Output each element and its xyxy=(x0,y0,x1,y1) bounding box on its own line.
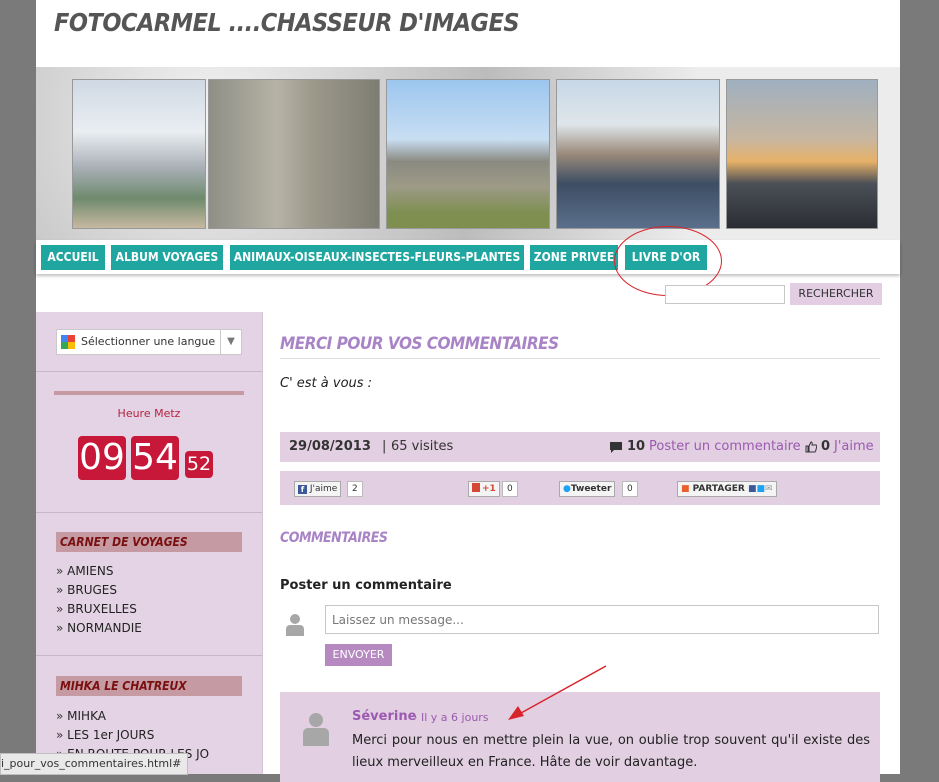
nav-accueil[interactable]: ACCUEIL xyxy=(41,245,105,270)
gplus-label: +1 xyxy=(482,484,496,494)
like-count: 0 xyxy=(821,439,831,454)
clock-hours: 09 xyxy=(78,436,126,480)
sidebar: Sélectionner une langue ▼ Heure Metz 09 … xyxy=(36,312,263,774)
post-body: C' est à vous : xyxy=(280,376,373,391)
clock-bar xyxy=(54,391,244,395)
gplus-count: 0 xyxy=(502,481,518,497)
carnet-item-bruges[interactable]: BRUGES xyxy=(56,581,142,600)
share-bar: f J'aime 2 +1 0 ●Tweeter 0 ■ PARTAGER ■■… xyxy=(280,471,880,505)
language-select-label: Sélectionner une langue xyxy=(81,335,216,348)
carnet-item-amiens[interactable]: AMIENS xyxy=(56,562,142,581)
addthis-icon: ■ xyxy=(681,484,690,494)
banner-photo-harbor xyxy=(556,79,720,229)
carnet-item-bruxelles[interactable]: BRUXELLES xyxy=(56,600,142,619)
comments-title: COMMENTAIRES xyxy=(280,530,388,546)
post-comment-heading: Poster un commentaire xyxy=(280,578,452,593)
browser-status-url: i_pour_vos_commentaires.html# xyxy=(0,753,189,775)
gplus-icon xyxy=(472,483,480,492)
sidebar-divider xyxy=(36,512,262,513)
comment-count: 10 xyxy=(627,439,646,454)
facebook-like-count: 2 xyxy=(347,481,363,497)
banner-photo-statue xyxy=(208,79,380,229)
post-title[interactable]: MERCI POUR VOS COMMENTAIRES xyxy=(280,334,880,359)
partager-label: PARTAGER xyxy=(692,484,745,494)
carnet-item-normandie[interactable]: NORMANDIE xyxy=(56,619,142,638)
facebook-like-button[interactable]: f J'aime xyxy=(294,481,342,497)
site-title[interactable]: FOTOCARMEL ....CHASSEUR D'IMAGES xyxy=(54,8,520,37)
nav-animaux[interactable]: ANIMAUX-OISEAUX-INSECTES-FLEURS-PLANTES xyxy=(230,245,524,270)
gplus-button[interactable]: +1 xyxy=(468,481,500,497)
partager-button[interactable]: ■ PARTAGER ■■✉ xyxy=(677,481,777,497)
post-views: 65 visites xyxy=(391,439,454,454)
post-date: 29/08/2013 xyxy=(289,439,371,454)
carnet-list: AMIENS BRUGES BRUXELLES NORMANDIE xyxy=(56,562,142,638)
twitter-icon: ● xyxy=(563,484,571,494)
sidebar-divider xyxy=(36,371,262,372)
banner-photo-mont-saint-michel xyxy=(386,79,550,229)
search-input[interactable] xyxy=(665,285,785,304)
chevron-down-icon: ▼ xyxy=(220,330,241,354)
send-button[interactable]: ENVOYER xyxy=(325,644,392,666)
tweet-button[interactable]: ●Tweeter xyxy=(559,481,616,497)
commenter-avatar xyxy=(303,713,329,746)
annotation-arrow xyxy=(508,665,607,720)
post-comment-link[interactable]: Poster un commentaire xyxy=(649,432,801,462)
comment-author[interactable]: Séverine xyxy=(352,709,416,724)
facebook-like-label: J'aime xyxy=(309,484,338,494)
widget-title-carnet: CARNET DE VOYAGES xyxy=(56,532,242,552)
clock-minutes: 54 xyxy=(131,436,179,480)
like-link[interactable]: J'aime xyxy=(834,432,874,462)
comment-icon xyxy=(610,442,622,453)
main-nav: ACCUEIL ALBUM VOYAGES ANIMAUX-OISEAUX-IN… xyxy=(36,240,900,274)
facebook-icon: f xyxy=(298,485,307,494)
clock-seconds: 52 xyxy=(185,451,213,478)
clock-label: Heure Metz xyxy=(117,407,181,420)
banner-photo-cliffs xyxy=(72,79,206,229)
banner-photo-sunset xyxy=(726,79,878,229)
sidebar-divider xyxy=(36,655,262,656)
mail-icon: ✉ xyxy=(764,484,773,494)
google-translate-icon xyxy=(61,335,75,349)
comment-message-input[interactable]: Laissez un message... xyxy=(325,605,879,634)
post-meta-bar: 29/08/2013 | 65 visites 10 Poster un com… xyxy=(280,432,880,462)
mihka-item-mihka[interactable]: MIHKA xyxy=(56,707,209,726)
thumbs-up-icon xyxy=(805,441,817,453)
search-button[interactable]: RECHERCHER xyxy=(790,283,882,305)
twitter-small-icon: ■ xyxy=(756,484,765,494)
widget-title-mihka: MIHKA LE CHATREUX xyxy=(56,676,242,696)
nav-album-voyages[interactable]: ALBUM VOYAGES xyxy=(111,245,223,270)
nav-zone-privee[interactable]: ZONE PRIVEE xyxy=(530,245,618,270)
header-banner xyxy=(36,67,900,240)
meta-separator: | xyxy=(382,439,387,454)
language-select[interactable]: Sélectionner une langue ▼ xyxy=(56,329,242,355)
tweet-count: 0 xyxy=(622,481,638,497)
mihka-item-premiers-jours[interactable]: LES 1er JOURS xyxy=(56,726,209,745)
page: FOTOCARMEL ....CHASSEUR D'IMAGES ACCUEIL… xyxy=(36,0,900,782)
tweet-label: Tweeter xyxy=(570,484,612,494)
comment-time: · Il y a 6 jours xyxy=(414,711,489,724)
comment-text: Merci pour nous en mettre plein la vue, … xyxy=(352,733,870,770)
avatar xyxy=(286,614,304,636)
